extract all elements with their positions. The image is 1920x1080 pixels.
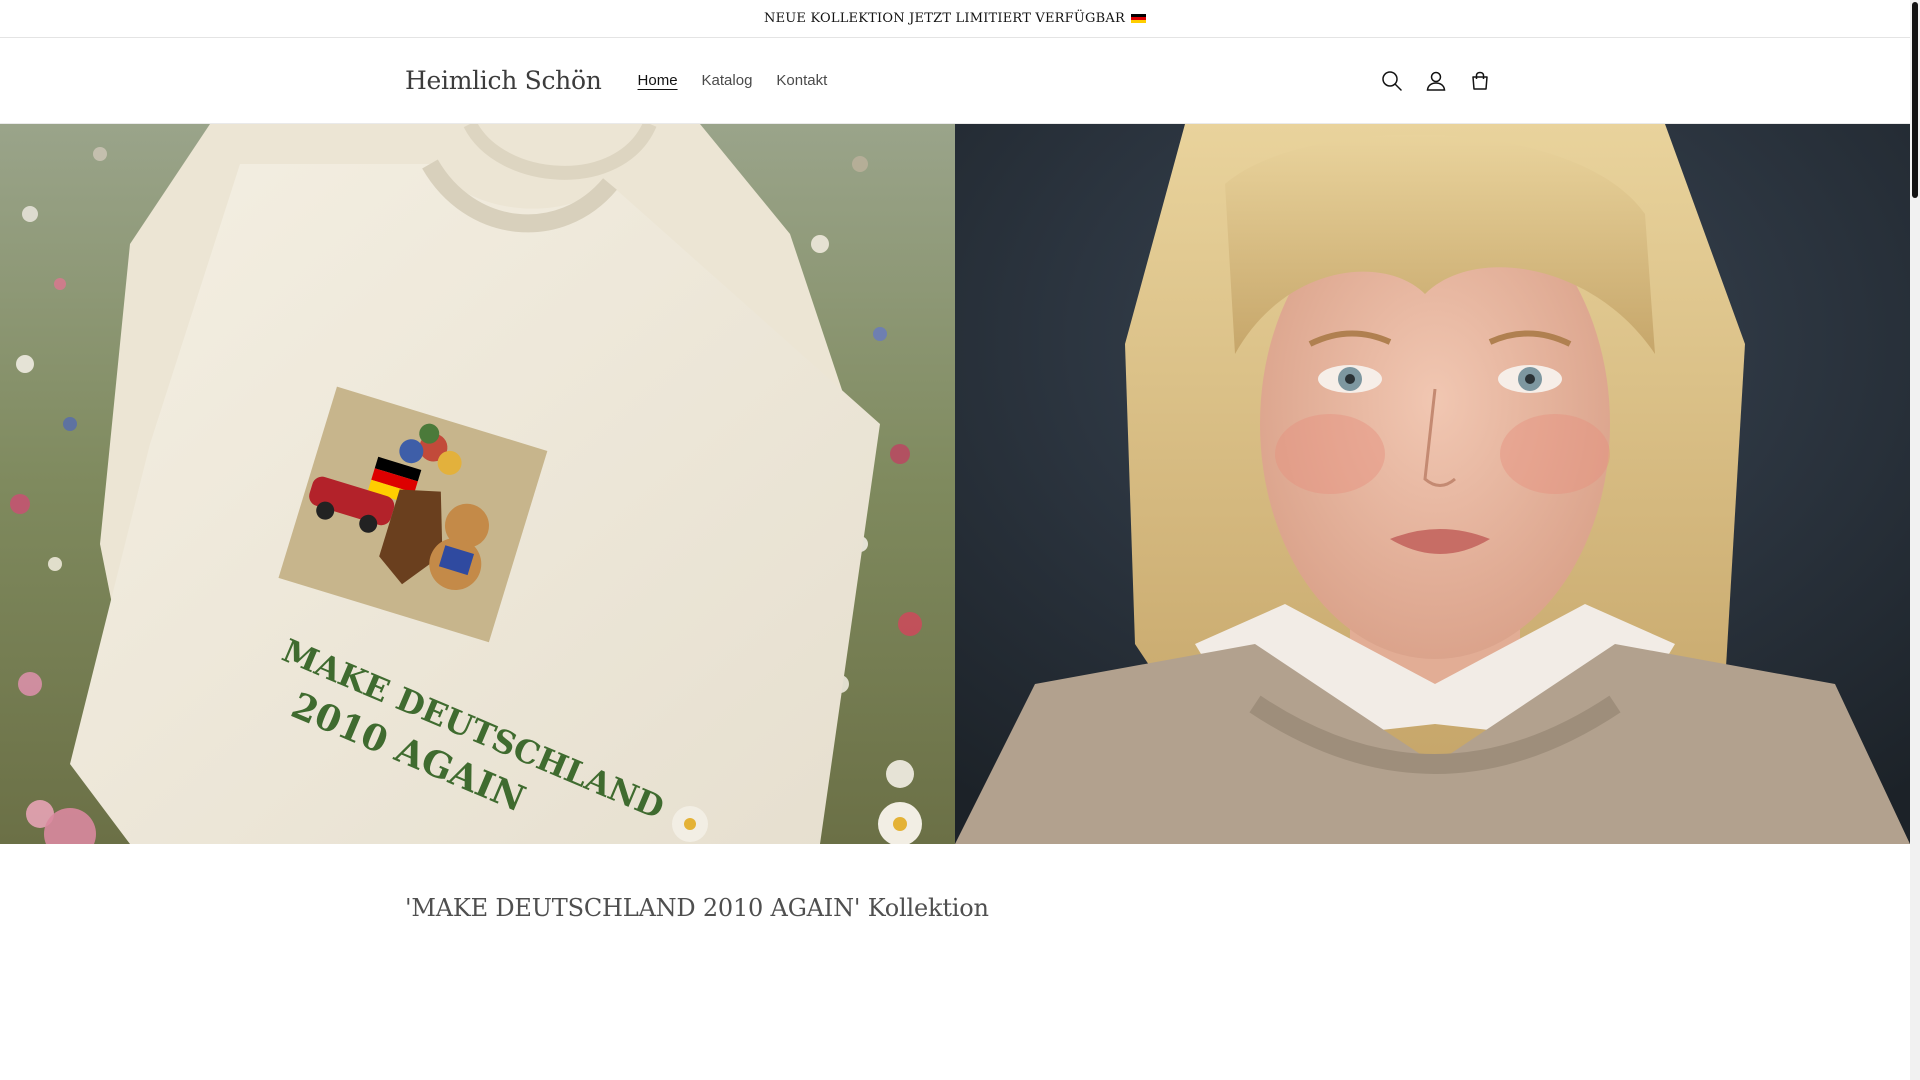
collection-title[interactable]: 'MAKE DEUTSCHLAND 2010 AGAIN' Kollektion [405, 894, 1910, 922]
account-button[interactable] [1414, 59, 1458, 103]
cart-button[interactable] [1458, 59, 1502, 103]
flag-germany-icon [1130, 13, 1146, 24]
portrait-illustration [955, 124, 1910, 844]
nav-kontakt[interactable]: Kontakt [764, 62, 839, 99]
site-header: Heimlich Schön Home Katalog Kontakt [0, 38, 1910, 124]
hero-image-tshirt[interactable]: MAKE DEUTSCHLAND 2010 AGAIN [0, 124, 955, 844]
account-icon [1426, 71, 1446, 91]
nav-katalog[interactable]: Katalog [690, 62, 765, 99]
collection-section: 'MAKE DEUTSCHLAND 2010 AGAIN' Kollektion [0, 844, 1910, 922]
page-content: NEUE KOLLEKTION JETZT LIMITIERT VERFÜGBA… [0, 0, 1910, 922]
hero-section: MAKE DEUTSCHLAND 2010 AGAIN [0, 124, 1910, 844]
cart-icon [1472, 71, 1488, 90]
search-button[interactable] [1370, 59, 1414, 103]
search-icon [1382, 70, 1402, 91]
header-icons [1370, 59, 1502, 103]
announcement-bar: NEUE KOLLEKTION JETZT LIMITIERT VERFÜGBA… [0, 0, 1910, 38]
hero-image-portrait[interactable] [955, 124, 1910, 844]
tshirt-meadow-illustration: MAKE DEUTSCHLAND 2010 AGAIN [0, 124, 955, 844]
announcement-text: NEUE KOLLEKTION JETZT LIMITIERT VERFÜGBA… [764, 11, 1125, 26]
main-nav: Home Katalog Kontakt [626, 62, 840, 99]
site-logo[interactable]: Heimlich Schön [405, 66, 602, 95]
scrollbar[interactable] [1910, 0, 1920, 1080]
page: NEUE KOLLEKTION JETZT LIMITIERT VERFÜGBA… [0, 0, 1920, 1080]
nav-home[interactable]: Home [626, 62, 690, 99]
scrollbar-thumb[interactable] [1912, 2, 1918, 198]
